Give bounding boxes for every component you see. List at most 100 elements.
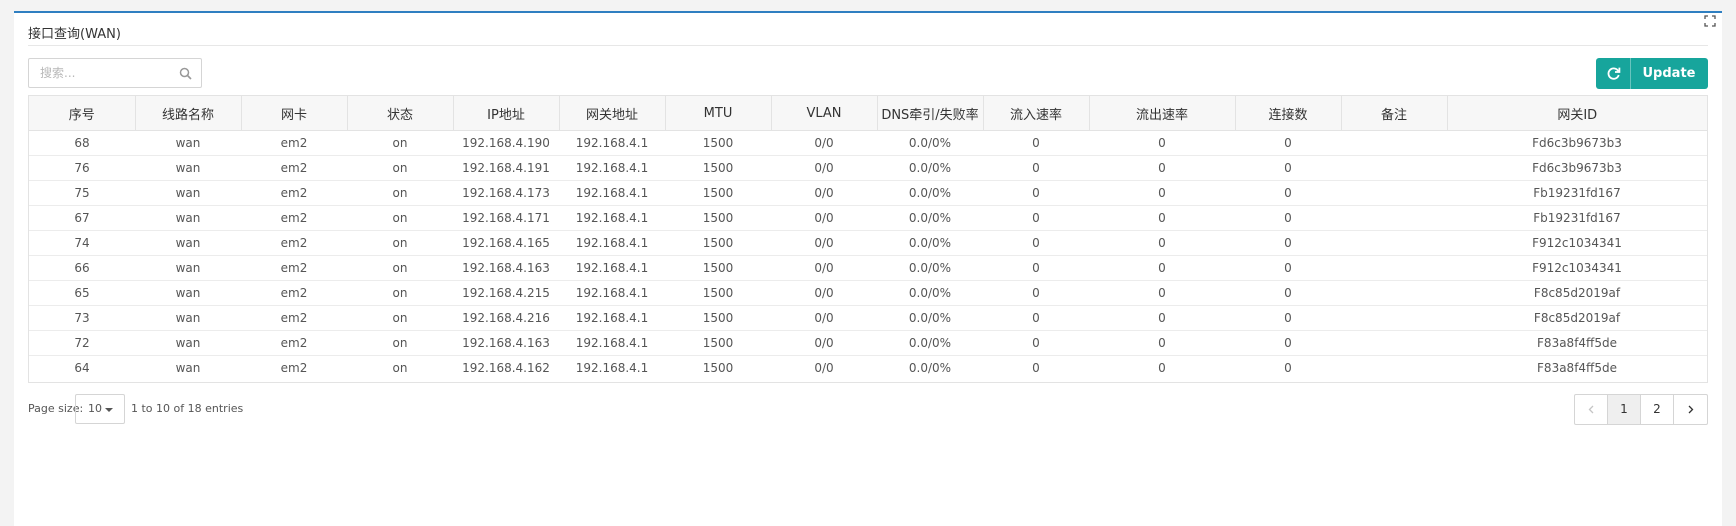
- table-cell: 0/0: [814, 361, 834, 375]
- table-cell: 0: [983, 180, 1089, 206]
- table-cell: 0/0: [771, 205, 877, 231]
- column-header[interactable]: 线路名称: [135, 96, 242, 131]
- table-row[interactable]: 67 wan em2 on 192.168.4.171 192.168.4.1 1500 0/…: [29, 205, 1707, 231]
- column-header[interactable]: IP地址: [453, 96, 560, 131]
- page-button-2[interactable]: 2: [1641, 395, 1674, 424]
- table-cell: wan: [135, 155, 241, 181]
- column-header[interactable]: 流入速率: [983, 96, 1090, 131]
- table-cell: wan: [135, 330, 241, 356]
- column-header[interactable]: 网关ID: [1447, 96, 1707, 131]
- table-cell: 1500: [665, 155, 771, 181]
- table-cell: 0: [1089, 180, 1235, 206]
- table-cell: wan: [175, 361, 201, 375]
- table-cell: 66: [29, 255, 135, 281]
- table-cell: F83a8f4ff5de: [1447, 330, 1707, 356]
- table-cell: 0: [1284, 361, 1292, 375]
- table-cell: 0: [983, 330, 1089, 356]
- search-input[interactable]: [29, 59, 180, 87]
- table-cell: on: [392, 361, 408, 375]
- table-cell: 75: [29, 180, 135, 206]
- table-cell: 0: [983, 130, 1089, 156]
- pagination: 1 2: [1574, 394, 1708, 425]
- table-cell: 0: [1235, 205, 1341, 231]
- table-cell: [1341, 255, 1447, 281]
- table-cell: 0: [983, 255, 1089, 281]
- page-button-1[interactable]: 1: [1608, 395, 1641, 424]
- table-cell: 192.168.4.162: [462, 361, 550, 375]
- chevron-left-icon: [1588, 405, 1594, 414]
- table-cell: 0/0: [771, 255, 877, 281]
- column-header[interactable]: 序号: [29, 96, 136, 131]
- table-cell: 73: [29, 305, 135, 331]
- table-cell: on: [347, 155, 453, 181]
- table-row[interactable]: 76 wan em2 on 192.168.4.191 192.168.4.1 1500 0/…: [29, 155, 1707, 181]
- table-cell: 0: [1158, 361, 1166, 375]
- table-row[interactable]: 73 wan em2 on 192.168.4.216 192.168.4.1 1500 0/…: [29, 305, 1707, 331]
- prev-page-button[interactable]: [1575, 395, 1608, 424]
- table-cell: 0: [1089, 330, 1235, 356]
- table-cell: 192.168.4.171: [453, 205, 559, 231]
- table-cell: [1341, 280, 1447, 306]
- column-header[interactable]: VLAN: [771, 96, 878, 131]
- table-row[interactable]: 68 wan em2 on 192.168.4.190 192.168.4.1 1500 0/…: [29, 130, 1707, 156]
- table-cell: 192.168.4.1: [559, 205, 665, 231]
- table-cell: 1500: [665, 255, 771, 281]
- table-cell: 64: [74, 361, 90, 375]
- column-header[interactable]: 状态: [347, 96, 454, 131]
- table-cell: 1500: [702, 361, 734, 375]
- table-cell: 0.0/0%: [877, 230, 983, 256]
- table-cell: wan: [135, 180, 241, 206]
- table-cell: 192.168.4.1: [559, 305, 665, 331]
- table-cell: em2: [241, 280, 347, 306]
- column-header[interactable]: 流出速率: [1089, 96, 1236, 131]
- column-header[interactable]: 网卡: [241, 96, 348, 131]
- table-row[interactable]: 64 wan em2 on 192.168.4.162 192.168.4.1 1500 0/…: [29, 356, 1707, 381]
- table-cell: 0.0/0%: [877, 180, 983, 206]
- column-header[interactable]: 连接数: [1235, 96, 1342, 131]
- table-row[interactable]: 65 wan em2 on 192.168.4.215 192.168.4.1 1500 0/…: [29, 280, 1707, 306]
- table-cell: 192.168.4.1: [559, 330, 665, 356]
- table-cell: 192.168.4.173: [453, 180, 559, 206]
- page-size-select[interactable]: 10: [75, 394, 125, 424]
- chevron-right-icon: [1688, 405, 1694, 414]
- table-row[interactable]: 75 wan em2 on 192.168.4.173 192.168.4.1 1500 0/…: [29, 180, 1707, 206]
- column-header[interactable]: 备注: [1341, 96, 1448, 131]
- table-cell: F912c1034341: [1447, 255, 1707, 281]
- search-icon[interactable]: [179, 67, 192, 80]
- table-cell: 0/0: [771, 305, 877, 331]
- table-cell: on: [347, 255, 453, 281]
- table-cell: [1341, 330, 1447, 356]
- column-header[interactable]: 网关地址: [559, 96, 666, 131]
- column-header[interactable]: MTU: [665, 96, 772, 131]
- table-cell: 0.0/0%: [908, 361, 952, 375]
- expand-icon[interactable]: [1704, 15, 1716, 27]
- table-cell: em2: [241, 230, 347, 256]
- table-cell: on: [347, 130, 453, 156]
- table-cell: 0/0: [771, 330, 877, 356]
- table-cell: 65: [29, 280, 135, 306]
- table-cell: F912c1034341: [1447, 230, 1707, 256]
- table-cell: 74: [29, 230, 135, 256]
- table-cell: 1500: [665, 180, 771, 206]
- table-cell: 0: [1235, 230, 1341, 256]
- table-cell: em2: [241, 305, 347, 331]
- table-cell: 76: [29, 155, 135, 181]
- table-cell: 0/0: [771, 130, 877, 156]
- table-cell: 192.168.4.1: [575, 361, 649, 375]
- table-cell: 0/0: [771, 180, 877, 206]
- table-cell: wan: [135, 205, 241, 231]
- table-cell: 1500: [665, 130, 771, 156]
- table-cell: 68: [29, 130, 135, 156]
- table-cell: 0: [1235, 280, 1341, 306]
- table-row[interactable]: 66 wan em2 on 192.168.4.163 192.168.4.1 1500 0/…: [29, 255, 1707, 281]
- table-cell: wan: [135, 230, 241, 256]
- update-button[interactable]: Update: [1596, 58, 1708, 89]
- table-row[interactable]: 74 wan em2 on 192.168.4.165 192.168.4.1 1500 0/…: [29, 230, 1707, 256]
- next-page-button[interactable]: [1674, 395, 1707, 424]
- table-cell: 0/0: [771, 280, 877, 306]
- search-box[interactable]: [28, 58, 202, 88]
- table-cell: wan: [135, 305, 241, 331]
- table-cell: [1341, 155, 1447, 181]
- table-row[interactable]: 72 wan em2 on 192.168.4.163 192.168.4.1 1500 0/…: [29, 330, 1707, 356]
- column-header[interactable]: DNS牵引/失败率: [877, 96, 984, 131]
